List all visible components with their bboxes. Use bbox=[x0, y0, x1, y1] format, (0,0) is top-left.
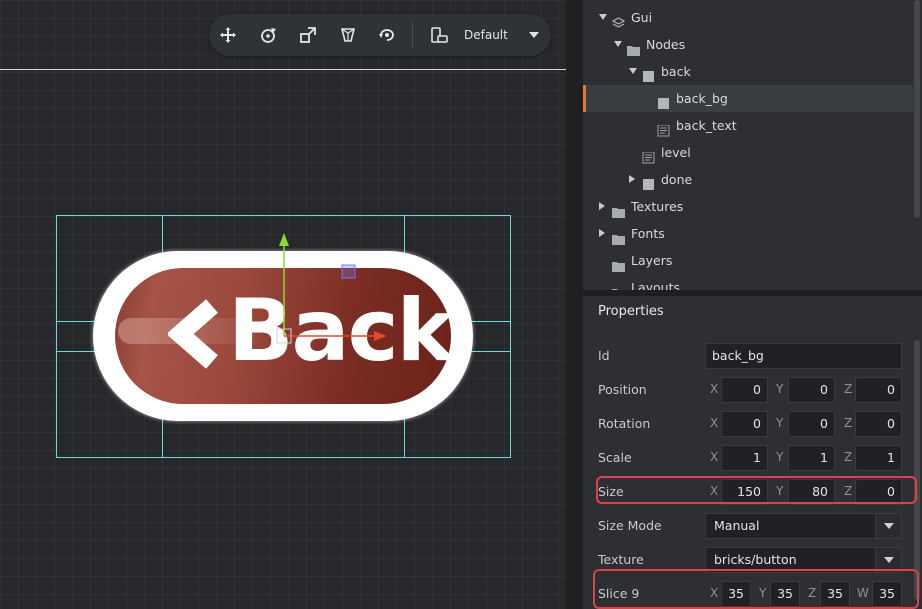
position-label: Position bbox=[598, 382, 647, 397]
scale-z-input[interactable]: 1 bbox=[855, 445, 902, 471]
y-axis-handle bbox=[279, 233, 289, 246]
outline-item-level[interactable]: level bbox=[583, 139, 913, 166]
outline-item-back[interactable]: back bbox=[583, 58, 913, 85]
rotate-tool-icon bbox=[261, 28, 276, 43]
scale-x-axis: X bbox=[710, 450, 719, 464]
rotate-tool-button[interactable] bbox=[256, 23, 280, 47]
outline-item-label: back_text bbox=[676, 118, 737, 133]
position-x-axis: X bbox=[710, 382, 719, 396]
device-layout-icon bbox=[431, 27, 448, 43]
scale-tool-icon bbox=[300, 27, 316, 43]
folder-icon bbox=[612, 200, 625, 218]
text-node-icon bbox=[657, 119, 670, 137]
properties-panel: Properties Id back_bg Position X 0 Y 0 Z… bbox=[583, 296, 922, 609]
texture-value: bricks/button bbox=[714, 552, 797, 567]
outline-item-label: Nodes bbox=[646, 37, 686, 52]
outline-item-textures[interactable]: Textures bbox=[583, 193, 913, 220]
camera-reset-icon bbox=[379, 29, 394, 41]
outline-item-label: Layouts bbox=[631, 280, 681, 290]
move-tool-icon bbox=[220, 27, 236, 43]
rotation-y-axis: Y bbox=[776, 416, 784, 430]
scale-y-axis: Y bbox=[776, 450, 784, 464]
toolbar-separator bbox=[412, 22, 413, 48]
layout-dropdown-label[interactable]: Default bbox=[464, 14, 508, 56]
outline-item-layouts[interactable]: Layouts bbox=[583, 274, 913, 290]
rotation-x-axis: X bbox=[710, 416, 719, 430]
move-gizmo[interactable] bbox=[0, 0, 566, 609]
box-node-icon bbox=[642, 173, 655, 190]
layout-device-button[interactable] bbox=[427, 23, 451, 47]
outline-item-label: back_bg bbox=[676, 91, 728, 106]
chevron-down-icon[interactable] bbox=[529, 32, 539, 38]
outline-item-label: Gui bbox=[631, 10, 653, 25]
scene-viewport[interactable]: Back Default bbox=[0, 0, 566, 609]
camera-reset-button[interactable] bbox=[375, 23, 399, 47]
outline-panel: Gui Nodes back back_bg back_textlevel done Tex… bbox=[583, 0, 922, 290]
outline-item-back-bg[interactable]: back_bg bbox=[583, 85, 913, 112]
move-tool-button[interactable] bbox=[216, 23, 240, 47]
slice9-row-highlight bbox=[593, 569, 919, 609]
outline-scrollbar[interactable] bbox=[914, 0, 920, 218]
id-label: Id bbox=[598, 348, 610, 363]
size-mode-value: Manual bbox=[714, 518, 760, 533]
chevron-down-icon[interactable] bbox=[875, 514, 901, 538]
collapsed-arrow-icon[interactable] bbox=[629, 175, 635, 183]
expanded-arrow-icon[interactable] bbox=[599, 14, 607, 20]
collapsed-arrow-icon[interactable] bbox=[599, 229, 605, 237]
folder-icon bbox=[612, 227, 625, 245]
outline-item-label: Layers bbox=[631, 253, 673, 268]
position-z-axis: Z bbox=[844, 382, 853, 396]
position-y-input[interactable]: 0 bbox=[788, 377, 835, 403]
scale-tool-button[interactable] bbox=[296, 23, 320, 47]
size-mode-select[interactable]: Manual bbox=[705, 513, 902, 539]
properties-title: Properties bbox=[598, 304, 664, 319]
folder-icon bbox=[627, 38, 640, 56]
expanded-arrow-icon[interactable] bbox=[614, 41, 622, 47]
rotation-x-input[interactable]: 0 bbox=[721, 411, 768, 437]
perspective-toggle-icon bbox=[340, 28, 356, 42]
rotation-z-axis: Z bbox=[844, 416, 853, 430]
outline-item-gui[interactable]: Gui bbox=[583, 4, 913, 31]
outline-item-label: Fonts bbox=[631, 226, 665, 241]
position-x-input[interactable]: 0 bbox=[721, 377, 768, 403]
folder-icon bbox=[612, 281, 625, 290]
perspective-toggle-button[interactable] bbox=[336, 23, 360, 47]
x-axis-handle bbox=[374, 331, 387, 341]
outline-item-label: back bbox=[661, 64, 691, 79]
scale-label: Scale bbox=[598, 450, 632, 465]
folder-icon bbox=[612, 254, 625, 272]
text-node-icon bbox=[642, 146, 655, 164]
outline-item-fonts[interactable]: Fonts bbox=[583, 220, 913, 247]
position-y-axis: Y bbox=[776, 382, 784, 396]
collapsed-arrow-icon[interactable] bbox=[599, 202, 605, 210]
scale-x-input[interactable]: 1 bbox=[721, 445, 768, 471]
size-mode-label: Size Mode bbox=[598, 518, 662, 533]
id-input[interactable]: back_bg bbox=[705, 343, 902, 369]
properties-scrollbar[interactable] bbox=[914, 340, 920, 600]
rotation-y-input[interactable]: 0 bbox=[788, 411, 835, 437]
outline-item-label: level bbox=[661, 145, 691, 160]
outline-item-layers[interactable]: Layers bbox=[583, 247, 913, 274]
outline-item-nodes[interactable]: Nodes bbox=[583, 31, 913, 58]
gui-scene-icon bbox=[611, 11, 626, 28]
expanded-arrow-icon[interactable] bbox=[629, 68, 637, 74]
box-node-icon bbox=[642, 65, 655, 82]
size-row-highlight bbox=[596, 476, 917, 504]
scale-y-input[interactable]: 1 bbox=[788, 445, 835, 471]
rotation-z-input[interactable]: 0 bbox=[855, 411, 902, 437]
outline-item-label: Textures bbox=[631, 199, 684, 214]
position-z-input[interactable]: 0 bbox=[855, 377, 902, 403]
scale-z-axis: Z bbox=[844, 450, 853, 464]
outline-item-back-text[interactable]: back_text bbox=[583, 112, 913, 139]
xy-plane-handle bbox=[341, 264, 356, 279]
rotation-label: Rotation bbox=[598, 416, 651, 431]
outline-item-done[interactable]: done bbox=[583, 166, 913, 193]
outline-item-label: done bbox=[661, 172, 693, 187]
texture-label: Texture bbox=[598, 552, 644, 567]
box-node-icon bbox=[657, 92, 670, 109]
